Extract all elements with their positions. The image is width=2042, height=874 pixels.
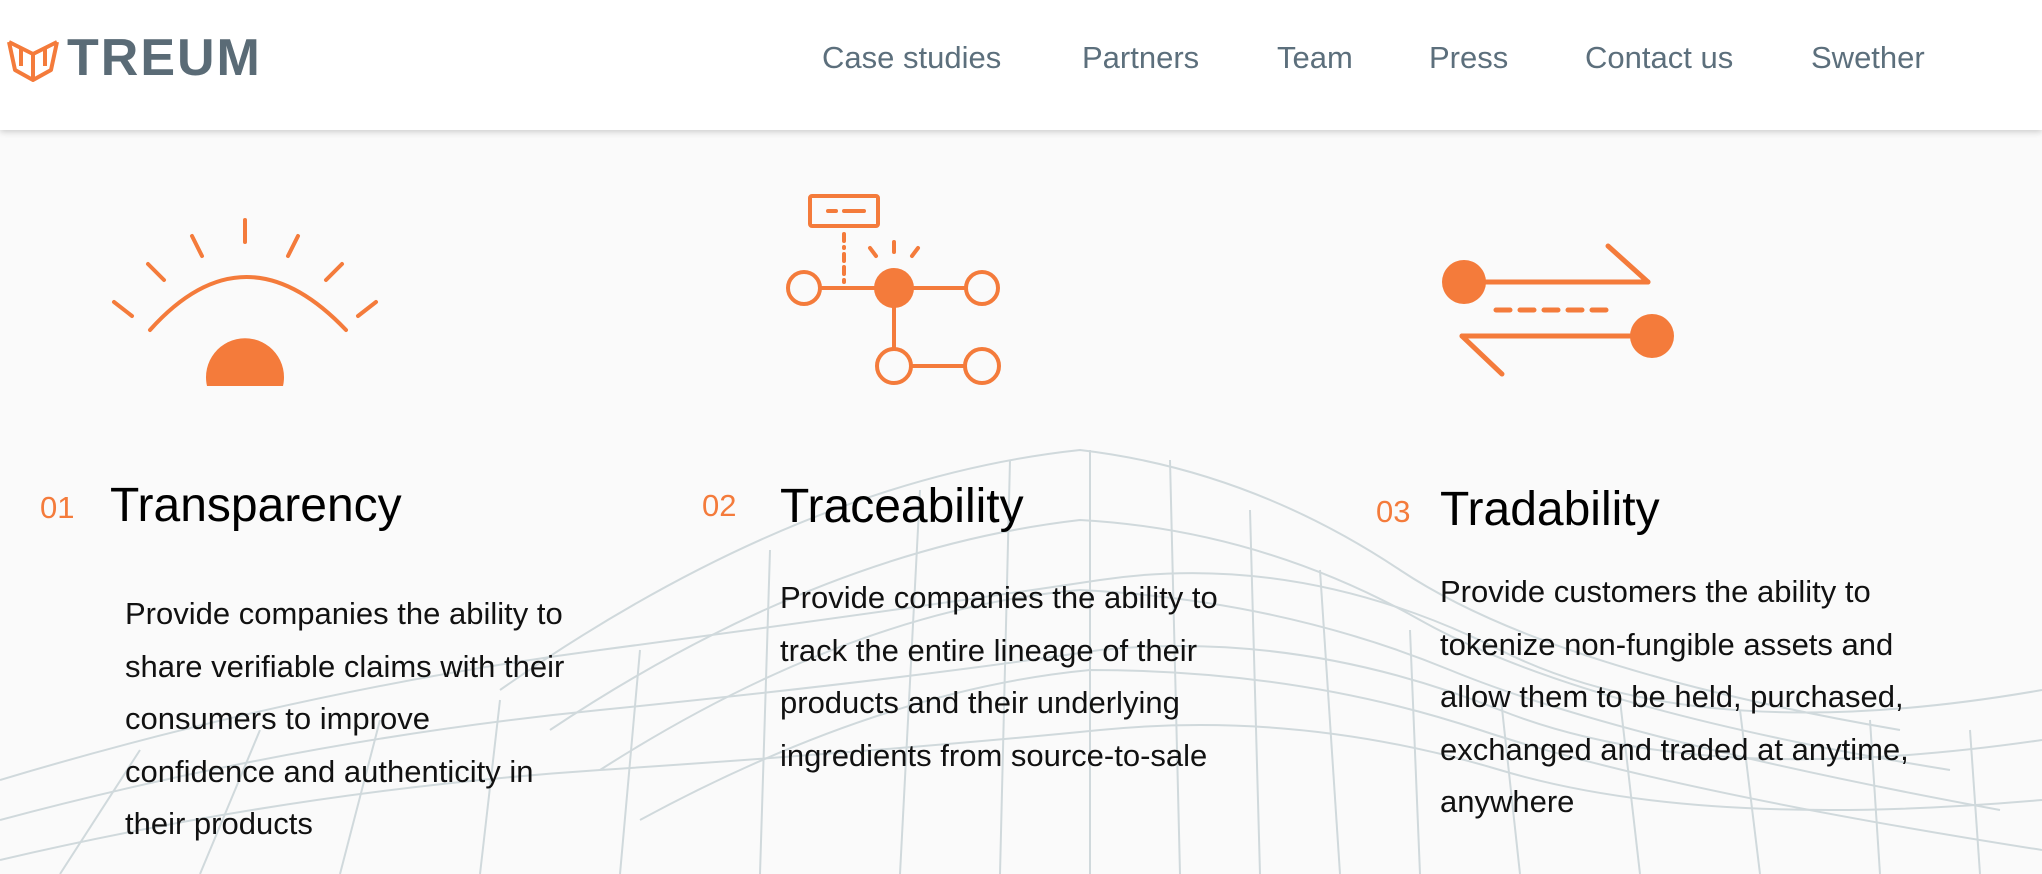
feature-number: 03 [1376, 494, 1411, 529]
nav-case-studies[interactable]: Case studies [822, 38, 1001, 78]
nav-swether[interactable]: Swether [1811, 38, 1925, 78]
feature-title: Traceability [780, 480, 1024, 533]
nav-contact-us[interactable]: Contact us [1585, 38, 1733, 78]
treum-logo-mark-icon [7, 40, 59, 82]
treum-logo[interactable]: TREUM [5, 30, 260, 86]
feature-description: Provide customers the ability to tokeniz… [1440, 574, 1909, 819]
feature-number: 01 [40, 490, 75, 525]
feature-number: 02 [702, 488, 737, 523]
exchange-arrows-icon [1442, 243, 1674, 377]
feature-title: Tradability [1440, 483, 1660, 536]
feature-description: Provide companies the ability to track t… [780, 580, 1218, 773]
brand-name: TREUM [67, 29, 262, 87]
nav-press[interactable]: Press [1429, 38, 1508, 78]
features-section: 01 Transparency Provide companies the ab… [0, 130, 2042, 874]
eye-icon [112, 218, 378, 386]
top-navigation-bar: TREUM Case studies Partners Team Press C… [0, 0, 2042, 130]
nav-team[interactable]: Team [1277, 38, 1353, 78]
feature-description: Provide companies the ability to share v… [125, 596, 565, 841]
nav-partners[interactable]: Partners [1082, 38, 1199, 78]
node-tree-icon [786, 194, 1001, 385]
feature-title: Transparency [110, 479, 402, 532]
